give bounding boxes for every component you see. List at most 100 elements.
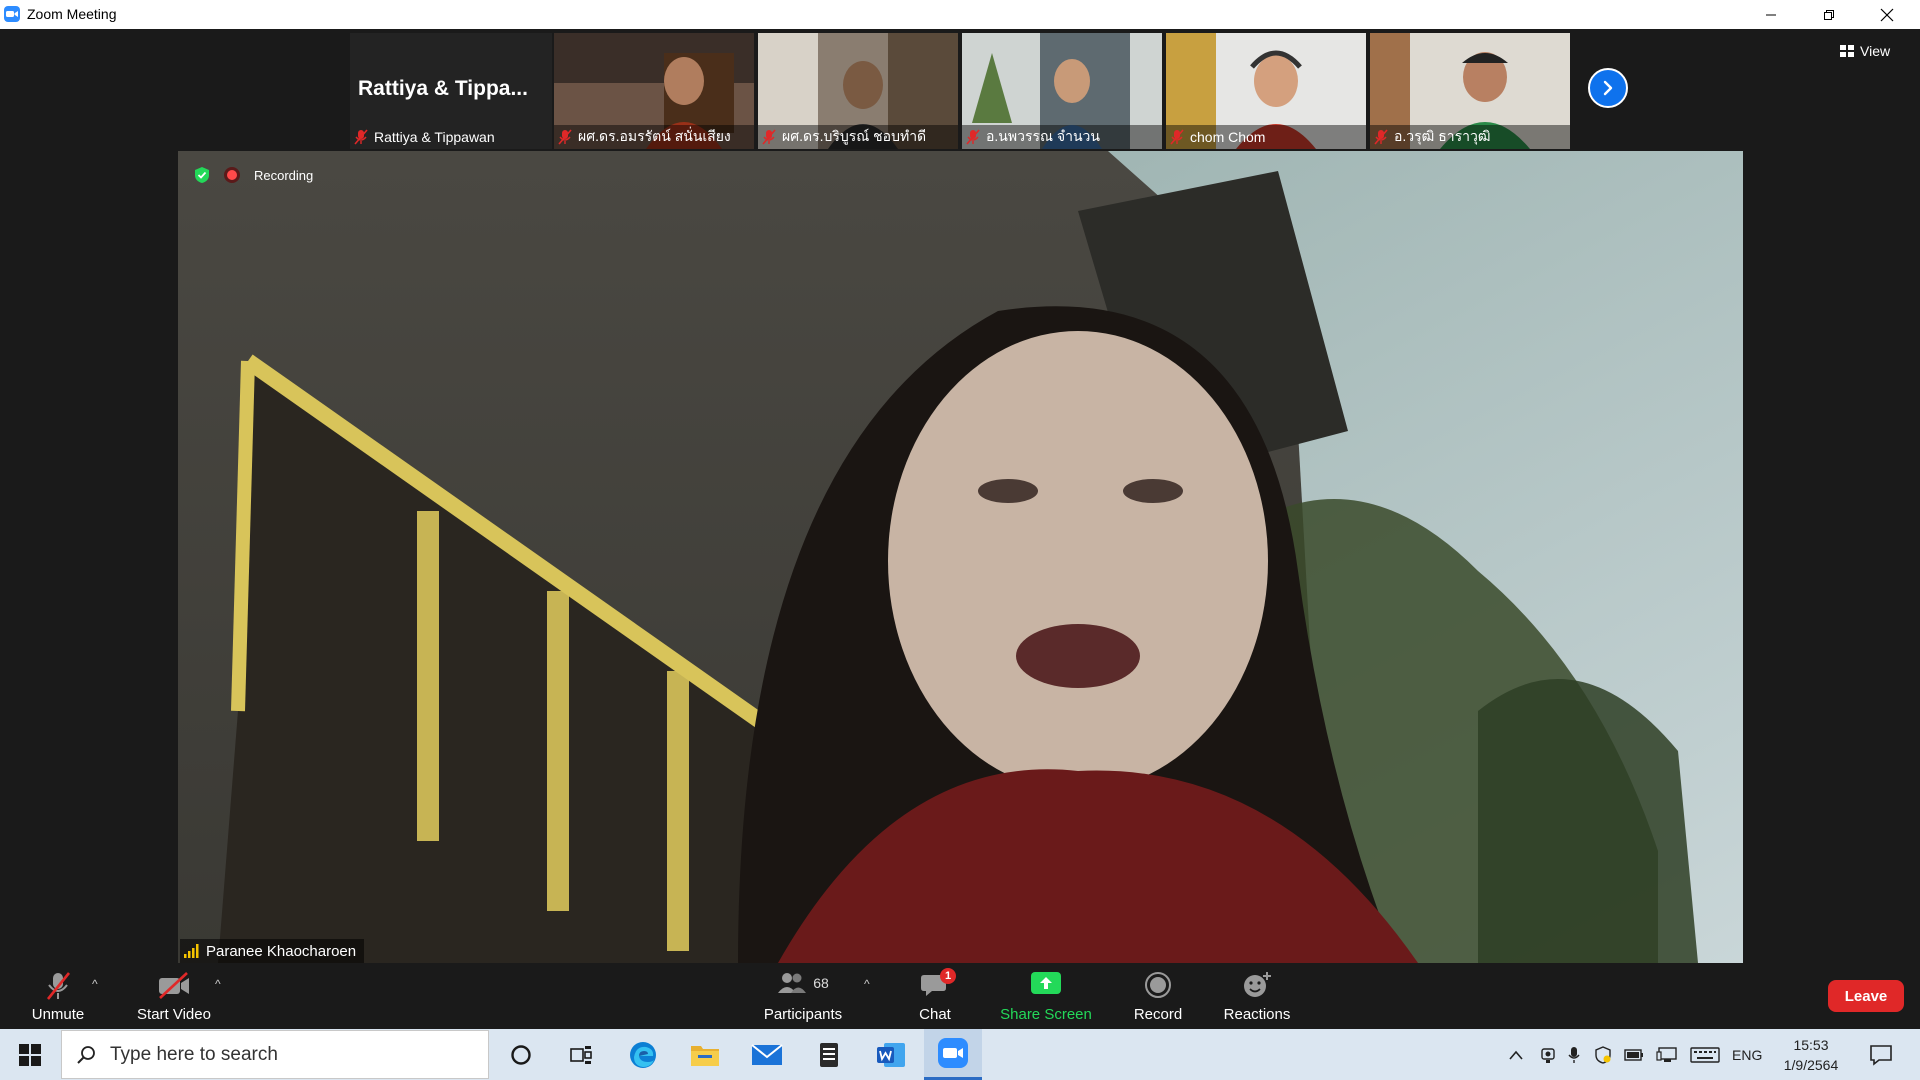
close-button[interactable] <box>1864 0 1910 29</box>
participant-strip: Rattiya & Tippa... Rattiya & Tippawan ผศ… <box>350 33 1570 149</box>
zoom-app-icon <box>4 6 20 22</box>
muted-mic-icon <box>354 129 368 145</box>
unmute-label: Unmute <box>31 1006 85 1023</box>
taskbar-notepad[interactable] <box>800 1029 858 1080</box>
participant-name: Rattiya & Tippawan <box>374 129 495 145</box>
start-button[interactable] <box>0 1029 60 1080</box>
battery-icon[interactable] <box>1624 1048 1644 1062</box>
participant-name: ผศ.ดร.อมรรัตน์ สนั่นเสียง <box>578 128 731 144</box>
notification-icon <box>1870 1044 1892 1066</box>
recording-label: Recording <box>254 167 314 183</box>
speaker-name-tag: Paranee Khaocharoen <box>180 939 365 963</box>
task-view-icon <box>570 1045 592 1064</box>
active-speaker-video[interactable]: Recording Paranee Khaocharoen <box>178 151 1743 963</box>
share-screen-button[interactable]: Share Screen <box>996 963 1096 1029</box>
record-icon <box>1145 972 1171 998</box>
participant-name-row: ผศ.ดร.บริบูรณ์ ชอบทำดี <box>758 125 958 149</box>
meeting-area: Rattiya & Tippa... Rattiya & Tippawan ผศ… <box>0 29 1920 963</box>
taskbar-edge[interactable] <box>614 1029 672 1080</box>
participant-name: อ.วรุฒิ ธาราวุฒิ <box>1394 128 1491 144</box>
task-view-button[interactable] <box>552 1029 610 1080</box>
share-screen-icon <box>1031 972 1061 994</box>
audio-options-caret[interactable]: ^ <box>92 977 98 991</box>
input-language[interactable]: ENG <box>1732 1047 1762 1063</box>
taskbar-word[interactable] <box>862 1029 920 1080</box>
participant-name-row: Rattiya & Tippawan <box>350 125 552 149</box>
reactions-button[interactable]: Reactions <box>1222 963 1292 1029</box>
participant-name-row: อ.วรุฒิ ธาราวุฒิ <box>1370 125 1570 149</box>
participant-name-row: อ.นพวรรณ จำนวน <box>962 125 1162 149</box>
unmute-button[interactable]: Unmute <box>26 963 90 1029</box>
next-page-button[interactable] <box>1588 68 1628 108</box>
clock-date: 1/9/2564 <box>1783 1057 1839 1073</box>
reactions-label: Reactions <box>1223 1006 1291 1023</box>
title-bar: Zoom Meeting <box>0 0 1920 29</box>
start-video-label: Start Video <box>137 1006 211 1023</box>
muted-microphone-icon <box>46 972 71 1000</box>
muted-mic-icon <box>762 129 776 145</box>
participant-name: ผศ.ดร.บริบูรณ์ ชอบทำดี <box>782 128 927 144</box>
notification-center-button[interactable] <box>1850 1029 1912 1080</box>
participant-tile-name-only[interactable]: Rattiya & Tippa... Rattiya & Tippawan <box>350 33 552 149</box>
keyboard-icon[interactable] <box>1690 1046 1720 1063</box>
restore-icon <box>1824 9 1834 20</box>
minimize-icon <box>1766 14 1776 15</box>
minimize-button[interactable] <box>1748 0 1794 29</box>
participant-name: อ.นพวรรณ จำนวน <box>986 128 1100 144</box>
file-explorer-icon <box>691 1045 719 1066</box>
taskbar-file-explorer[interactable] <box>676 1029 734 1080</box>
security-tray-icon[interactable] <box>1594 1045 1612 1064</box>
leave-button[interactable]: Leave <box>1828 980 1904 1012</box>
camera-tray-icon[interactable] <box>1540 1046 1556 1064</box>
video-off-icon <box>159 972 189 999</box>
close-icon <box>1880 8 1894 21</box>
muted-mic-icon <box>1374 129 1388 145</box>
cortana-button[interactable] <box>492 1029 550 1080</box>
chat-button[interactable]: 1 Chat <box>910 963 960 1029</box>
network-icon[interactable] <box>1656 1046 1678 1063</box>
speaker-name: Paranee Khaocharoen <box>206 942 357 960</box>
view-button[interactable]: View <box>1840 39 1912 63</box>
cortana-icon <box>511 1044 531 1065</box>
view-label: View <box>1860 43 1891 59</box>
edge-browser-icon <box>630 1041 656 1068</box>
participant-name-row: chom Chom <box>1166 125 1366 149</box>
recording-dot-icon <box>224 167 240 183</box>
participant-tile[interactable]: chom Chom <box>1166 33 1366 149</box>
video-options-caret[interactable]: ^ <box>215 977 221 991</box>
taskbar-zoom[interactable] <box>924 1029 982 1080</box>
participant-tile[interactable]: อ.นพวรรณ จำนวน <box>962 33 1162 149</box>
taskbar-mail[interactable] <box>738 1029 796 1080</box>
taskbar-clock[interactable]: 15:53 1/9/2564 <box>1766 1035 1856 1075</box>
mail-icon <box>751 1043 783 1065</box>
participants-icon <box>778 973 807 993</box>
muted-mic-icon <box>1170 129 1184 145</box>
windows-taskbar: Type here to search ENG 15:53 1/9/2564 <box>0 1029 1920 1080</box>
taskbar-search-input[interactable]: Type here to search <box>61 1030 489 1079</box>
participant-tile[interactable]: อ.วรุฒิ ธาราวุฒิ <box>1370 33 1570 149</box>
search-icon <box>77 1045 95 1064</box>
chevron-up-icon[interactable] <box>1508 1049 1524 1061</box>
zoom-icon <box>938 1038 968 1068</box>
microphone-tray-icon[interactable] <box>1568 1046 1580 1064</box>
participant-name: chom Chom <box>1190 129 1266 145</box>
participants-label: Participants <box>763 1006 843 1023</box>
search-placeholder: Type here to search <box>110 1043 278 1065</box>
muted-mic-icon <box>558 129 572 145</box>
chat-label: Chat <box>919 1006 951 1023</box>
participants-button[interactable]: 68 Participants <box>760 963 846 1029</box>
participant-tile[interactable]: ผศ.ดร.อมรรัตน์ สนั่นเสียง <box>554 33 754 149</box>
participant-name-row: ผศ.ดร.อมรรัตน์ สนั่นเสียง <box>554 125 754 149</box>
participants-options-caret[interactable]: ^ <box>864 977 870 991</box>
record-button[interactable]: Record <box>1128 963 1188 1029</box>
restore-button[interactable] <box>1806 0 1852 29</box>
participant-big-name: Rattiya & Tippa... <box>358 77 528 100</box>
window-title: Zoom Meeting <box>27 6 117 22</box>
participants-icon-group: 68 <box>777 971 829 995</box>
participants-count: 68 <box>813 975 829 991</box>
encryption-shield-icon[interactable] <box>194 166 210 184</box>
start-video-button[interactable]: Start Video <box>132 963 216 1029</box>
signal-strength-icon <box>184 944 199 958</box>
chat-unread-badge: 1 <box>940 968 956 984</box>
participant-tile[interactable]: ผศ.ดร.บริบูรณ์ ชอบทำดี <box>758 33 958 149</box>
